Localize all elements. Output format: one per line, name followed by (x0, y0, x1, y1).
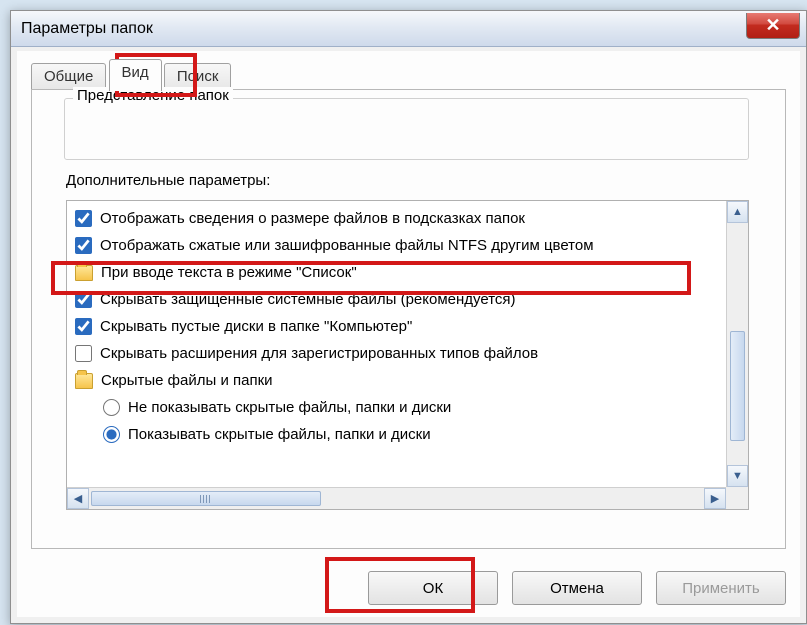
checkbox[interactable] (75, 318, 92, 335)
advanced-settings-label: Дополнительные параметры: (66, 172, 270, 189)
list-item[interactable]: Скрывать защищенные системные файлы (рек… (69, 286, 724, 313)
radio[interactable] (103, 426, 120, 443)
list-item-label: При вводе текста в режиме "Список" (101, 264, 357, 281)
tab-search-label: Поиск (177, 68, 219, 85)
scroll-up-arrow-icon[interactable]: ▲ (727, 201, 748, 223)
list-item-label: Не показывать скрытые файлы, папки и дис… (128, 399, 451, 416)
list-item-label: Скрытые файлы и папки (101, 372, 273, 389)
tab-general-label: Общие (44, 68, 93, 85)
tab-view-label: Вид (122, 64, 149, 81)
tab-panel-view: Представление папок Дополнительные парам… (31, 89, 786, 549)
apply-button[interactable]: Применить (656, 571, 786, 605)
list-item-label: Скрывать пустые диски в папке "Компьютер… (100, 318, 412, 335)
ok-button[interactable]: ОК (368, 571, 498, 605)
close-icon: ✕ (765, 16, 780, 34)
cancel-button[interactable]: Отмена (512, 571, 642, 605)
radio[interactable] (103, 399, 120, 416)
checkbox[interactable] (75, 291, 92, 308)
advanced-settings-listbox: Отображать сведения о размере файлов в п… (66, 200, 749, 510)
horizontal-scrollbar[interactable]: ◀ ▶ (67, 487, 726, 509)
close-button[interactable]: ✕ (746, 13, 800, 39)
folder-icon (75, 373, 93, 389)
list-item[interactable]: Скрывать расширения для зарегистрированн… (69, 340, 724, 367)
list-item[interactable]: Не показывать скрытые файлы, папки и дис… (69, 394, 724, 421)
scrollbar-corner (726, 487, 748, 509)
titlebar[interactable]: Параметры папок ✕ (11, 11, 806, 47)
vertical-scroll-thumb[interactable] (730, 331, 745, 441)
checkbox[interactable] (75, 237, 92, 254)
folder-views-groupbox: Представление папок (64, 98, 749, 160)
tab-view[interactable]: Вид (109, 59, 162, 91)
list-item-label: Скрывать расширения для зарегистрированн… (100, 345, 538, 362)
window-title: Параметры папок (21, 20, 153, 38)
list-item[interactable]: Скрывать пустые диски в папке "Компьютер… (69, 313, 724, 340)
tabstrip: Общие Вид Поиск (17, 51, 800, 89)
apply-button-label: Применить (682, 580, 760, 597)
scroll-left-arrow-icon[interactable]: ◀ (67, 488, 89, 509)
list-item[interactable]: Показывать скрытые файлы, папки и диски (69, 421, 724, 448)
list-item[interactable]: Скрытые файлы и папки (69, 367, 724, 394)
list-item[interactable]: Отображать сведения о размере файлов в п… (69, 205, 724, 232)
ok-button-label: ОК (423, 580, 443, 597)
advanced-settings-items[interactable]: Отображать сведения о размере файлов в п… (67, 201, 726, 487)
folder-icon (75, 265, 93, 281)
list-item[interactable]: При вводе текста в режиме "Список" (69, 259, 724, 286)
checkbox[interactable] (75, 210, 92, 227)
scroll-right-arrow-icon[interactable]: ▶ (704, 488, 726, 509)
scroll-down-arrow-icon[interactable]: ▼ (727, 465, 748, 487)
checkbox[interactable] (75, 345, 92, 362)
list-item[interactable]: Отображать сжатые или зашифрованные файл… (69, 232, 724, 259)
list-item-label: Скрывать защищенные системные файлы (рек… (100, 291, 516, 308)
cancel-button-label: Отмена (550, 580, 604, 597)
list-item-label: Отображать сведения о размере файлов в п… (100, 210, 525, 227)
horizontal-scroll-thumb[interactable] (91, 491, 321, 506)
folder-options-dialog: Параметры папок ✕ Общие Вид Поиск Предст… (10, 10, 807, 624)
dialog-buttons: ОК Отмена Применить (368, 571, 786, 605)
list-item-label: Отображать сжатые или зашифрованные файл… (100, 237, 594, 254)
vertical-scrollbar[interactable]: ▲ ▼ (726, 201, 748, 487)
dialog-body: Общие Вид Поиск Представление папок Допо… (17, 51, 800, 617)
list-item-label: Показывать скрытые файлы, папки и диски (128, 426, 431, 443)
